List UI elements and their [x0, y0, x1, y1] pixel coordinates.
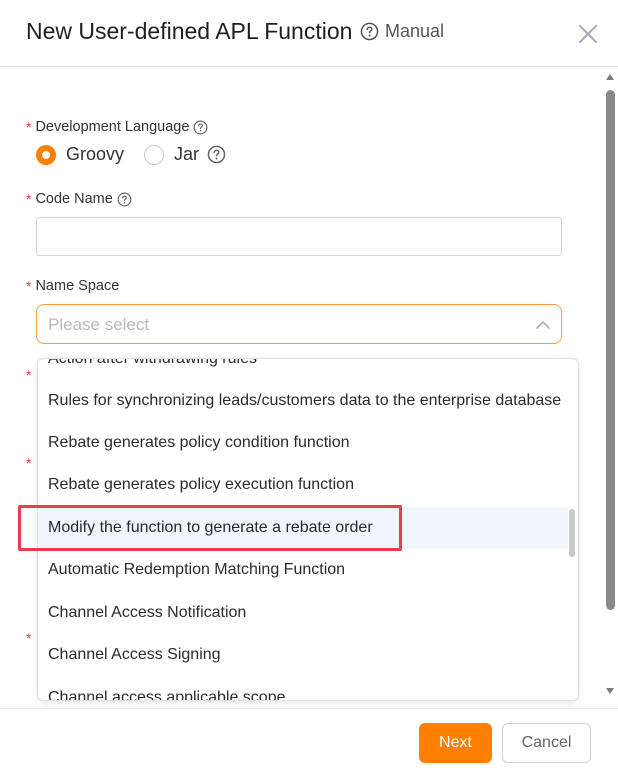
dev-language-label-text: Development Language: [35, 119, 190, 135]
dropdown-option[interactable]: Channel Access Signing: [38, 634, 568, 676]
radio-option-jar[interactable]: Jar: [144, 144, 199, 165]
radio-jar[interactable]: [144, 144, 165, 165]
code-name-input[interactable]: [36, 217, 562, 256]
radio-groovy-label: Groovy: [66, 144, 125, 164]
radio-jar-label: Jar: [174, 144, 200, 164]
manual-link[interactable]: Manual: [360, 21, 444, 42]
required-mark: *: [26, 455, 32, 471]
dropdown-option[interactable]: Channel access applicable scope: [38, 677, 568, 700]
dropdown-option[interactable]: Rules for synchronizing leads/customers …: [38, 380, 568, 422]
dev-language-radio-group: Groovy Jar: [36, 144, 226, 165]
question-circle-icon: [360, 22, 379, 41]
code-name-label: * Code Name: [26, 191, 132, 207]
dropdown-option[interactable]: Rebate generates policy execution functi…: [38, 464, 568, 506]
dialog-header: New User-defined APL Function Manual: [0, 0, 618, 67]
code-name-label-text: Code Name: [35, 191, 113, 207]
dropdown-option[interactable]: Rebate generates policy condition functi…: [38, 422, 568, 464]
radio-option-groovy[interactable]: Groovy: [36, 144, 124, 165]
question-circle-icon[interactable]: [193, 120, 208, 135]
dropdown-option[interactable]: Automatic Redemption Matching Function: [38, 549, 568, 591]
radio-groovy[interactable]: [36, 144, 56, 165]
dropdown-option-selected[interactable]: Modify the function to generate a rebate…: [38, 507, 568, 549]
chevron-up-icon: [536, 321, 550, 329]
dialog-footer: Next Cancel: [0, 708, 618, 771]
page-scrollbar[interactable]: [603, 68, 618, 708]
question-circle-icon[interactable]: [207, 145, 226, 164]
name-space-dropdown: Action after withdrawing rules Rules for…: [37, 358, 579, 701]
dropdown-option[interactable]: Channel Access Notification: [38, 592, 568, 634]
close-icon: [578, 24, 598, 44]
cancel-button[interactable]: Cancel: [502, 723, 591, 763]
dialog-title: New User-defined APL Function: [26, 18, 353, 44]
page-scrollbar-thumb[interactable]: [606, 90, 615, 610]
manual-label: Manual: [385, 21, 445, 41]
next-button[interactable]: Next: [419, 723, 492, 763]
required-mark: *: [26, 367, 32, 383]
dev-language-label: * Development Language: [26, 119, 208, 135]
required-mark: *: [26, 278, 32, 294]
scroll-up-arrow-icon[interactable]: [606, 74, 614, 80]
name-space-label: * Name Space: [26, 278, 119, 294]
dropdown-scrollbar-thumb[interactable]: [569, 509, 575, 557]
required-mark: *: [26, 191, 32, 207]
name-space-placeholder: Please select: [48, 315, 150, 334]
question-circle-icon[interactable]: [117, 192, 132, 207]
required-mark: *: [26, 630, 32, 646]
close-button[interactable]: [576, 22, 600, 46]
scroll-down-arrow-icon[interactable]: [606, 688, 614, 694]
name-space-select[interactable]: Please select: [36, 304, 562, 344]
required-mark: *: [26, 119, 32, 135]
dropdown-option[interactable]: Action after withdrawing rules: [38, 359, 568, 380]
name-space-label-text: Name Space: [35, 278, 120, 294]
